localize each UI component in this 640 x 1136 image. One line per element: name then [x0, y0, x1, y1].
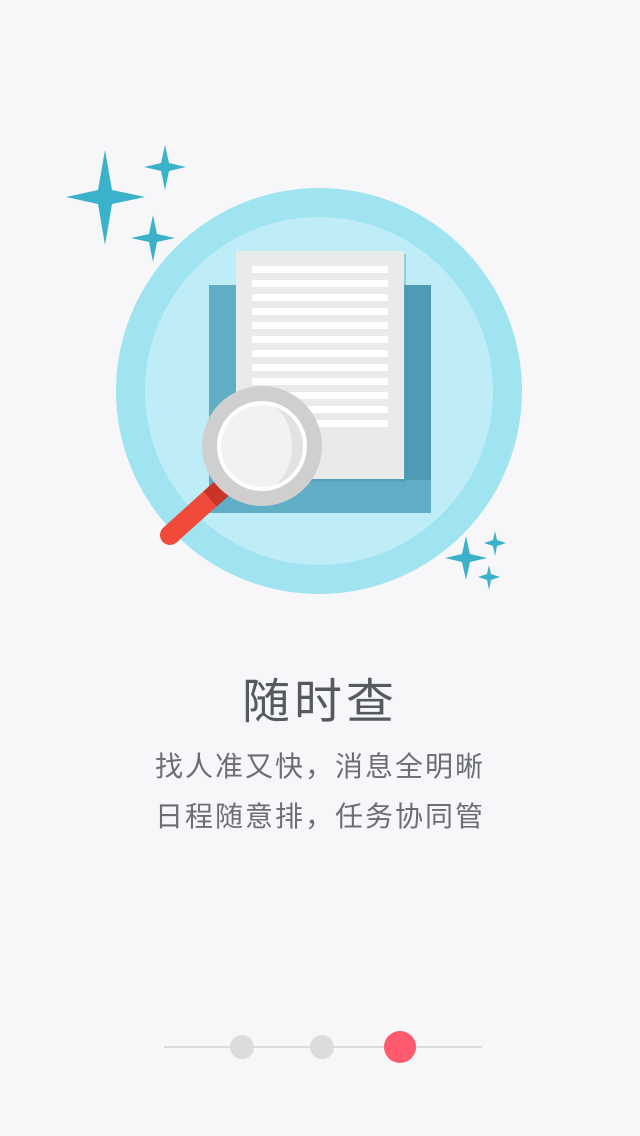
page-dot-3-active[interactable] — [384, 1031, 416, 1063]
page-indicator — [164, 1030, 482, 1064]
subtitle-line-2: 日程随意排，任务协同管 — [154, 800, 485, 833]
onboarding-screen: 随时查 找人准又快，消息全明晰 日程随意排，任务协同管 — [0, 0, 640, 1136]
page-dot-2[interactable] — [310, 1035, 334, 1059]
page-title: 随时查 — [241, 674, 398, 730]
sparkle-icon — [66, 145, 186, 262]
subtitle-line-1: 找人准又快，消息全明晰 — [154, 750, 485, 783]
search-illustration — [66, 145, 522, 594]
page-dot-1[interactable] — [230, 1035, 254, 1059]
